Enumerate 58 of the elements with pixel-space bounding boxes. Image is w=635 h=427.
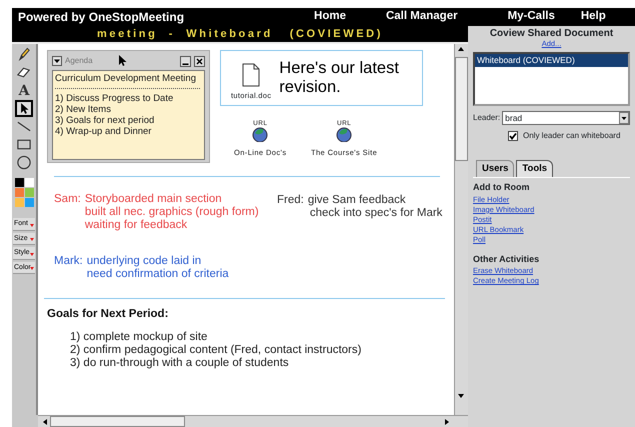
globe-icon[interactable]	[252, 127, 268, 142]
note-line: built all nec. graphics (rough form)	[84, 206, 259, 219]
nav-link[interactable]: Help	[580, 8, 606, 26]
close-icon[interactable]	[194, 56, 205, 66]
window-title: meeting - Whiteboard (COVIEWED)	[12, 26, 468, 42]
note-line: need confirmation of criteria	[86, 268, 229, 281]
nav-link[interactable]: My-Calls	[508, 8, 555, 26]
speaker-name: Mark:	[54, 255, 83, 268]
note-line: give Sam feedback	[308, 194, 407, 207]
horizontal-scrollbar[interactable]	[38, 415, 468, 427]
dropdown-icon[interactable]	[619, 112, 629, 124]
circle-tool-button[interactable]	[15, 154, 33, 171]
note-message: Here's our latest revision.	[279, 59, 400, 97]
color-swatch[interactable]	[24, 178, 34, 187]
goal-item: 3) do run-through with a couple of students	[69, 357, 290, 370]
speaker-name: Fred:	[277, 194, 304, 207]
pencil-icon	[16, 46, 32, 63]
agenda-item: 1) Discuss Progress to Date	[55, 93, 174, 104]
window-title: Agenda	[65, 55, 93, 67]
text-tool-button[interactable]: A	[15, 82, 33, 99]
section-heading: Add to Room	[473, 181, 530, 194]
document-item[interactable]: Whiteboard (COVIEWED)	[475, 54, 628, 67]
speaker-name: Sam:	[54, 193, 81, 206]
globe-icon[interactable]	[336, 127, 352, 142]
brand-name: Powered by OneStopMeeting	[18, 9, 184, 26]
goals-heading: Goals for Next Period:	[47, 308, 170, 321]
leader-select[interactable]: brad	[502, 111, 630, 125]
checkbox-label: Only leader can whiteboard	[523, 130, 620, 142]
section-heading: Other Activities	[473, 252, 540, 266]
agenda-item: 2) New Items	[55, 104, 112, 115]
circle-icon	[16, 154, 32, 171]
color-swatch[interactable]	[24, 188, 34, 197]
note-line: waiting for feedback	[84, 219, 188, 232]
note-line: Storyboarded main section	[84, 193, 223, 206]
color-swatch[interactable]	[14, 188, 24, 197]
goal-item: 1) complete mockup of site	[69, 331, 208, 344]
minimize-icon[interactable]	[180, 56, 191, 66]
dropdown-icon[interactable]	[52, 56, 62, 66]
panel-title: Coview Shared Document	[488, 28, 614, 39]
nav-link[interactable]: Call Manager	[386, 8, 458, 26]
note-line: underlying code laid in	[86, 255, 202, 268]
agenda-item: 4) Wrap-up and Dinner	[55, 126, 152, 137]
color-swatch[interactable]	[24, 198, 34, 207]
document-icon[interactable]	[242, 62, 260, 87]
nav-link[interactable]: Home	[314, 8, 346, 26]
leader-label: Leader:	[473, 112, 500, 124]
tab[interactable]: Users	[476, 160, 514, 178]
note-line: check into spec's for Mark	[308, 207, 442, 220]
checkbox[interactable]	[508, 131, 518, 141]
agenda-item: 3) Goals for next period	[55, 115, 156, 126]
pointer-tool-button[interactable]	[15, 100, 33, 117]
cursor-icon	[118, 55, 128, 67]
tab[interactable]: Tools	[516, 160, 554, 178]
goal-item: 2) confirm pedagogical content (Fred, contact instructors)	[69, 344, 362, 357]
agenda-heading: Curriculum Development Meeting	[55, 73, 197, 84]
vertical-scrollbar[interactable]	[454, 44, 468, 415]
color-swatch[interactable]	[14, 198, 24, 207]
color-swatch[interactable]	[14, 178, 24, 187]
